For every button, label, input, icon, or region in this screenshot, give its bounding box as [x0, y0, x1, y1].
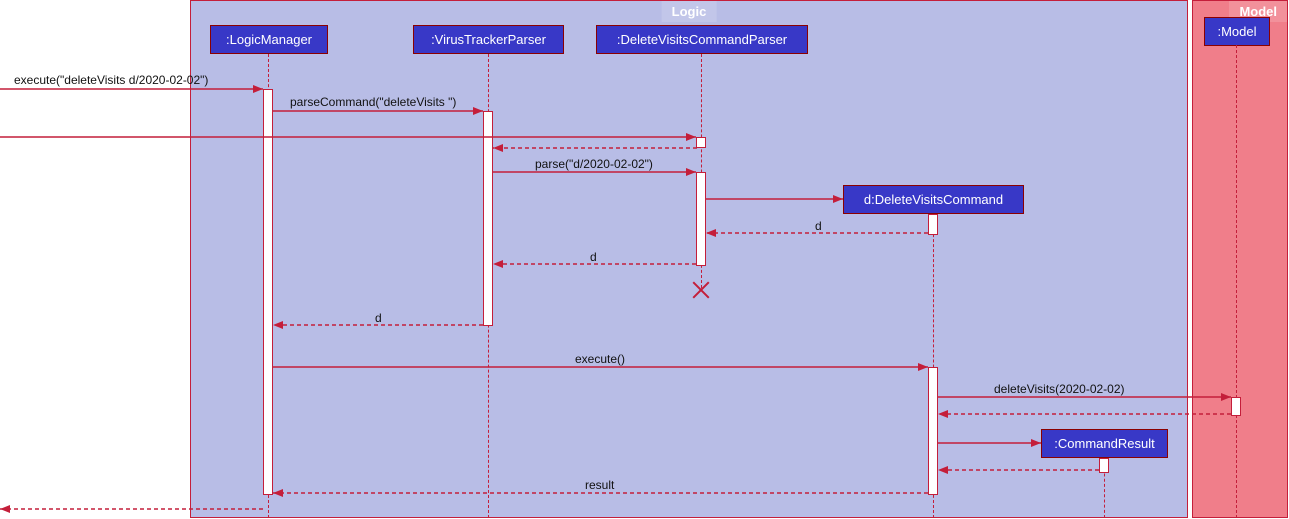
arrow-return-d2: [493, 264, 697, 274]
lifeline-model: [1236, 45, 1237, 518]
model-box: Model: [1192, 0, 1288, 518]
participant-logic-manager: :LogicManager: [210, 25, 328, 54]
arrow-create-command: [706, 199, 844, 209]
participant-model: :Model: [1204, 17, 1270, 46]
arrow-execute: [0, 89, 263, 99]
activation-model: [1231, 397, 1241, 416]
msg-parse: parse("d/2020-02-02"): [535, 157, 653, 171]
participant-delete-visits-command-parser: :DeleteVisitsCommandParser: [596, 25, 808, 54]
arrow-return-d3: [273, 325, 484, 335]
participant-command-result: :CommandResult: [1041, 429, 1168, 458]
arrow-create-result-return: [938, 470, 1100, 480]
arrow-parse-command: [273, 111, 484, 121]
activation-delete-visits-command-parser-1: [696, 137, 706, 148]
arrow-result: [273, 493, 929, 503]
msg-return-d1: d: [815, 219, 822, 233]
activation-delete-visits-command-1: [928, 214, 938, 235]
participant-virus-tracker-parser: :VirusTrackerParser: [413, 25, 564, 54]
arrow-delete-visits-return: [938, 414, 1232, 424]
msg-parse-command: parseCommand("deleteVisits "): [290, 95, 456, 109]
msg-delete-visits: deleteVisits(2020-02-02): [994, 382, 1125, 396]
destroy-icon: [691, 280, 711, 300]
logic-box: Logic: [190, 0, 1188, 518]
msg-return-d3: d: [375, 311, 382, 325]
msg-result: result: [585, 478, 614, 492]
arrow-create-result: [938, 443, 1042, 453]
msg-return-d2: d: [590, 250, 597, 264]
participant-delete-visits-command: d:DeleteVisitsCommand: [843, 185, 1024, 214]
msg-execute-call: execute(): [575, 352, 625, 366]
activation-command-result: [1099, 458, 1109, 473]
activation-logic-manager: [263, 89, 273, 495]
logic-box-title: Logic: [662, 1, 717, 22]
activation-delete-visits-command-2: [928, 367, 938, 495]
arrow-return-d1: [706, 233, 929, 243]
activation-delete-visits-command-parser-2: [696, 172, 706, 266]
arrow-parse: [493, 172, 697, 182]
msg-execute: execute("deleteVisits d/2020-02-02"): [14, 73, 208, 87]
arrow-execute-call: [273, 367, 929, 377]
arrow-delete-visits: [938, 397, 1232, 407]
arrow-create-parser-in: [0, 137, 696, 147]
